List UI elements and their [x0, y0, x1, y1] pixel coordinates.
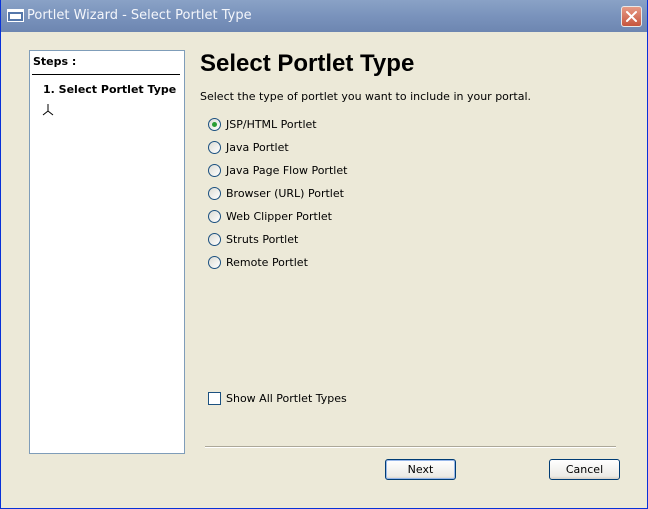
radio-button[interactable]	[208, 186, 221, 200]
radio-label: Web Clipper Portlet	[226, 209, 332, 223]
current-step-marker-icon	[42, 104, 54, 116]
show-all-portlet-types-checkbox[interactable]: Show All Portlet Types	[208, 390, 347, 406]
radio-button[interactable]	[208, 232, 221, 246]
page-title: Select Portlet Type	[200, 50, 415, 77]
cancel-button[interactable]: Cancel	[549, 459, 620, 480]
radio-java-page-flow-portlet[interactable]: Java Page Flow Portlet	[208, 162, 347, 178]
page-description: Select the type of portlet you want to i…	[200, 90, 532, 103]
close-button[interactable]	[621, 6, 642, 27]
radio-label: Remote Portlet	[226, 255, 308, 269]
checkbox-label: Show All Portlet Types	[226, 391, 347, 405]
title-bar[interactable]: Portlet Wizard - Select Portlet Type	[1, 0, 647, 32]
radio-label: Browser (URL) Portlet	[226, 186, 344, 200]
radio-label: Java Page Flow Portlet	[226, 163, 348, 177]
step-item-select-portlet-type: 1. Select Portlet Type	[43, 83, 177, 96]
radio-jsp-html-portlet[interactable]: JSP/HTML Portlet	[208, 116, 317, 132]
steps-divider	[32, 74, 180, 75]
next-button[interactable]: Next	[385, 459, 456, 480]
radio-button[interactable]	[208, 209, 221, 223]
radio-button[interactable]	[208, 163, 221, 177]
radio-browser-url-portlet[interactable]: Browser (URL) Portlet	[208, 185, 344, 201]
radio-struts-portlet[interactable]: Struts Portlet	[208, 231, 298, 247]
window-icon	[7, 9, 24, 22]
steps-panel: Steps : 1. Select Portlet Type	[29, 50, 185, 454]
checkbox[interactable]	[208, 391, 221, 405]
radio-label: Struts Portlet	[226, 232, 299, 246]
wizard-window: Portlet Wizard - Select Portlet Type Ste…	[0, 0, 648, 509]
radio-button-selected[interactable]	[208, 117, 221, 131]
close-icon	[626, 11, 637, 22]
radio-button[interactable]	[208, 140, 221, 154]
radio-label: Java Portlet	[226, 140, 289, 154]
radio-button[interactable]	[208, 255, 221, 269]
radio-remote-portlet[interactable]: Remote Portlet	[208, 254, 308, 270]
radio-label: JSP/HTML Portlet	[226, 117, 317, 131]
steps-header: Steps :	[33, 55, 77, 68]
radio-java-portlet[interactable]: Java Portlet	[208, 139, 289, 155]
window-title: Portlet Wizard - Select Portlet Type	[27, 8, 252, 23]
footer-separator	[205, 446, 616, 448]
radio-web-clipper-portlet[interactable]: Web Clipper Portlet	[208, 208, 332, 224]
